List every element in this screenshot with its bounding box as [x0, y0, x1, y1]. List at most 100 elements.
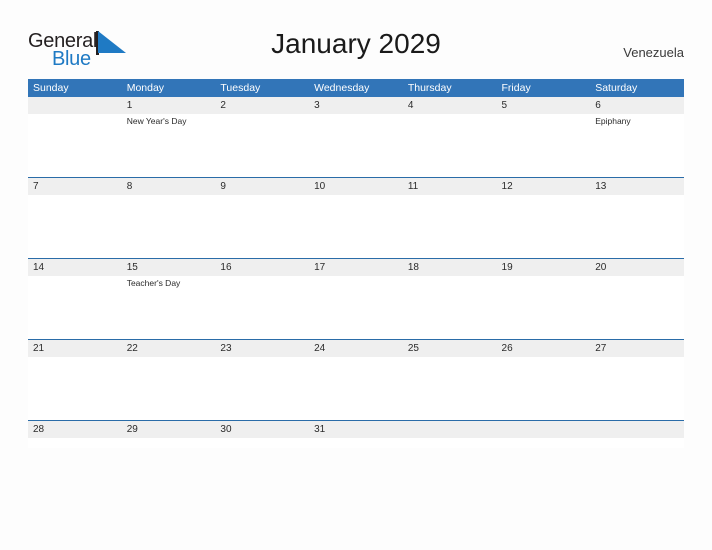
date-number[interactable]: 26: [497, 340, 591, 357]
dow-saturday: Saturday: [595, 82, 638, 94]
day-events-cell: [309, 114, 403, 177]
day-events-cell: [122, 438, 216, 501]
date-number[interactable]: 9: [215, 178, 309, 195]
calendar-week-row: 14 15 16 17 18 19 20 Teacher's Day: [28, 258, 684, 339]
date-number[interactable]: 13: [590, 178, 684, 195]
day-events-cell: [590, 276, 684, 339]
day-events-cell: [590, 438, 684, 501]
day-events-cell: [28, 357, 122, 420]
date-number[interactable]: 28: [28, 421, 122, 438]
date-number[interactable]: 1: [122, 97, 216, 114]
events-band: Teacher's Day: [28, 276, 684, 339]
day-events-cell: [403, 276, 497, 339]
day-events-cell: [28, 276, 122, 339]
date-number-band: 14 15 16 17 18 19 20: [28, 259, 684, 276]
day-events-cell: [309, 357, 403, 420]
day-events-cell: [215, 114, 309, 177]
holiday-label: Epiphany: [595, 116, 631, 126]
day-events-cell: Epiphany: [590, 114, 684, 177]
day-events-cell: [215, 195, 309, 258]
date-number: [590, 421, 684, 438]
calendar-week-row: 1 2 3 4 5 6 New Year's Day Epiphany: [28, 97, 684, 177]
day-events-cell: [403, 114, 497, 177]
date-number[interactable]: 19: [497, 259, 591, 276]
date-number[interactable]: 25: [403, 340, 497, 357]
day-events-cell: [590, 357, 684, 420]
day-events-cell: [28, 114, 122, 177]
dow-monday: Monday: [126, 82, 165, 94]
events-band: [28, 438, 684, 448]
date-number-band: 7 8 9 10 11 12 13: [28, 178, 684, 195]
date-number[interactable]: 17: [309, 259, 403, 276]
day-events-cell: [28, 438, 122, 501]
holiday-label: Teacher's Day: [126, 278, 181, 288]
date-number[interactable]: 12: [497, 178, 591, 195]
day-events-cell: [497, 195, 591, 258]
day-events-cell: New Year's Day: [122, 114, 216, 177]
day-of-week-header: Sunday Monday Tuesday Wednesday Thursday…: [28, 79, 684, 97]
date-number[interactable]: 2: [215, 97, 309, 114]
date-number[interactable]: 8: [122, 178, 216, 195]
day-events-cell: [309, 195, 403, 258]
day-events-cell: [122, 195, 216, 258]
date-number: [28, 97, 122, 114]
date-number[interactable]: 5: [497, 97, 591, 114]
date-number-band: 123456: [28, 97, 684, 114]
calendar-week-row: 21 22 23 24 25 26 27: [28, 339, 684, 420]
events-band: [28, 357, 684, 420]
page-header: General Blue January 2029 Venezuela: [28, 28, 684, 74]
holiday-label: New Year's Day: [126, 116, 187, 126]
dow-sunday: Sunday: [33, 82, 69, 94]
date-number[interactable]: 3: [309, 97, 403, 114]
date-number[interactable]: 14: [28, 259, 122, 276]
date-number: [497, 421, 591, 438]
date-number[interactable]: 31: [309, 421, 403, 438]
date-number[interactable]: 24: [309, 340, 403, 357]
day-events-cell: [309, 438, 403, 501]
day-events-cell: [497, 276, 591, 339]
day-events-cell: [122, 357, 216, 420]
date-number[interactable]: 23: [215, 340, 309, 357]
date-number[interactable]: 20: [590, 259, 684, 276]
day-events-cell: [215, 276, 309, 339]
day-events-cell: [497, 114, 591, 177]
date-number-band: 28 29 30 31: [28, 421, 684, 438]
date-number[interactable]: 6: [590, 97, 684, 114]
date-number[interactable]: 22: [122, 340, 216, 357]
day-events-cell: Teacher's Day: [122, 276, 216, 339]
calendar-page: General Blue January 2029 Venezuela Sund…: [0, 0, 712, 550]
calendar-week-row: 7 8 9 10 11 12 13: [28, 177, 684, 258]
date-number: [403, 421, 497, 438]
day-events-cell: [28, 195, 122, 258]
events-band: [28, 195, 684, 258]
date-number[interactable]: 27: [590, 340, 684, 357]
date-number[interactable]: 10: [309, 178, 403, 195]
date-number[interactable]: 4: [403, 97, 497, 114]
dow-tuesday: Tuesday: [220, 82, 261, 94]
date-number[interactable]: 7: [28, 178, 122, 195]
date-number[interactable]: 30: [215, 421, 309, 438]
day-events-cell: [590, 195, 684, 258]
date-number[interactable]: 18: [403, 259, 497, 276]
events-band: New Year's Day Epiphany: [28, 114, 684, 177]
day-events-cell: [215, 357, 309, 420]
date-number[interactable]: 11: [403, 178, 497, 195]
day-events-cell: [309, 276, 403, 339]
date-number[interactable]: 16: [215, 259, 309, 276]
country-label: Venezuela: [623, 45, 684, 60]
dow-wednesday: Wednesday: [314, 82, 370, 94]
day-events-cell: [215, 438, 309, 501]
calendar-weeks: 1 2 3 4 5 6 New Year's Day Epiphany 7 8 9 10 11 12 13 1…: [28, 97, 684, 448]
day-events-cell: [403, 438, 497, 501]
dow-friday: Friday: [501, 82, 531, 94]
day-events-cell: [403, 357, 497, 420]
day-events-cell: [403, 195, 497, 258]
date-number[interactable]: 15: [122, 259, 216, 276]
date-number[interactable]: 21: [28, 340, 122, 357]
date-number[interactable]: 29: [122, 421, 216, 438]
date-number-band: 21 22 23 24 25 26 27: [28, 340, 684, 357]
page-title: January 2029: [271, 28, 441, 59]
calendar-grid: Sunday Monday Tuesday Wednesday Thursday…: [28, 79, 684, 448]
dow-thursday: Thursday: [407, 82, 452, 94]
day-events-cell: [497, 438, 591, 501]
